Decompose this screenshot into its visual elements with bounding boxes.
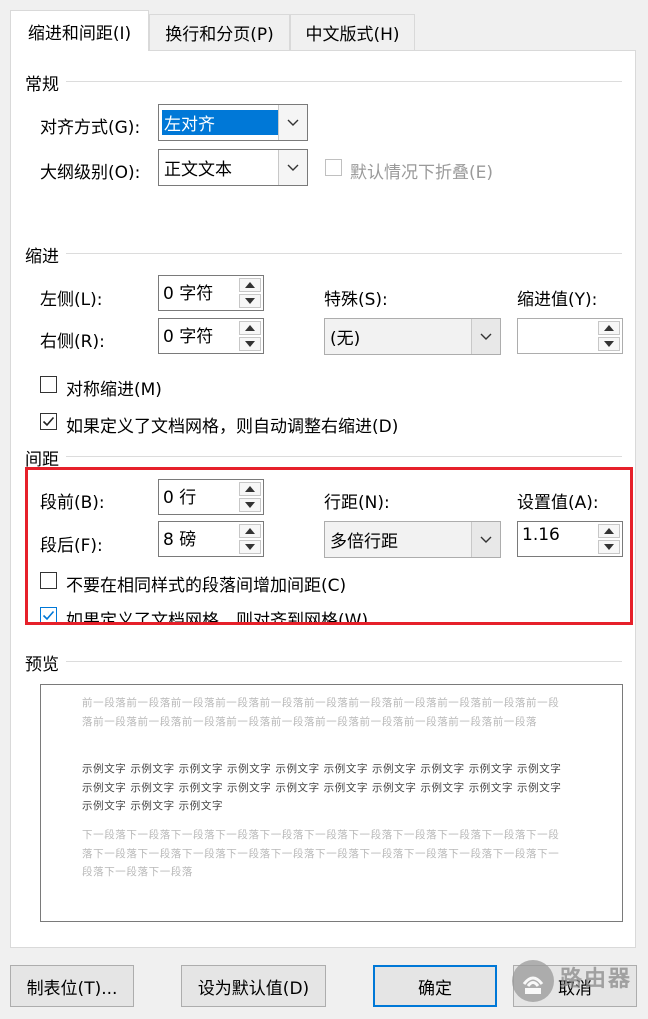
indent-heading: 缩进 xyxy=(25,247,59,267)
spin-down-icon[interactable] xyxy=(598,540,620,554)
preview-divider xyxy=(66,661,622,662)
spin-up-icon[interactable] xyxy=(598,321,620,335)
preview-pane: 前一段落前一段落前一段落前一段落前一段落前一段落前一段落前一段落前一段落前一段落… xyxy=(40,684,623,922)
line-spacing-at-spinner[interactable]: 1.16 xyxy=(517,521,623,557)
spin-down-icon[interactable] xyxy=(598,337,620,351)
general-heading: 常规 xyxy=(25,75,59,95)
chevron-down-icon[interactable] xyxy=(471,319,500,354)
spin-up-icon[interactable] xyxy=(239,321,261,335)
preview-heading: 预览 xyxy=(25,655,59,675)
alignment-value: 左对齐 xyxy=(164,115,215,135)
outline-level-select[interactable]: 正文文本 xyxy=(158,149,308,186)
collapse-default-label: 默认情况下折叠(E) xyxy=(350,163,494,183)
set-default-button[interactable]: 设为默认值(D) xyxy=(181,965,326,1007)
chevron-down-icon[interactable] xyxy=(278,150,307,185)
space-before-spinner[interactable]: 0 行 xyxy=(158,479,264,515)
general-divider xyxy=(66,81,622,82)
collapse-default-checkbox[interactable] xyxy=(325,159,342,176)
spin-down-icon[interactable] xyxy=(239,294,261,308)
indent-by-spinner[interactable] xyxy=(517,318,623,354)
mirror-indents-label: 对称缩进(M) xyxy=(66,380,162,400)
space-before-label: 段前(B): xyxy=(40,493,105,513)
auto-adjust-right-indent-checkbox[interactable] xyxy=(40,413,57,430)
tab-indent-spacing[interactable]: 缩进和间距(I) xyxy=(10,10,149,51)
line-spacing-label: 行距(N): xyxy=(324,493,390,513)
snap-to-grid-row: 如果定义了文档网格，则对齐到网格(W) xyxy=(36,600,596,623)
right-indent-label: 右侧(R): xyxy=(40,332,105,352)
ok-button[interactable]: 确定 xyxy=(373,965,497,1007)
left-indent-value: 0 字符 xyxy=(163,284,214,304)
line-spacing-value: 多倍行距 xyxy=(330,532,398,552)
outline-level-label: 大纲级别(O): xyxy=(40,163,141,183)
outline-level-value: 正文文本 xyxy=(164,160,232,180)
spin-up-icon[interactable] xyxy=(239,524,261,538)
auto-adjust-right-indent-label: 如果定义了文档网格，则自动调整右缩进(D) xyxy=(66,417,399,437)
line-spacing-at-value: 1.16 xyxy=(522,525,560,545)
indent-divider xyxy=(66,253,622,254)
no-space-same-style-label: 不要在相同样式的段落间增加间距(C) xyxy=(66,576,347,596)
right-indent-spinner[interactable]: 0 字符 xyxy=(158,318,264,354)
cancel-button[interactable]: 取消 xyxy=(513,965,637,1007)
preview-previous-paragraph: 前一段落前一段落前一段落前一段落前一段落前一段落前一段落前一段落前一段落前一段落… xyxy=(82,697,560,728)
mirror-indents-checkbox[interactable] xyxy=(40,376,57,393)
special-indent-select[interactable]: (无) xyxy=(324,318,501,355)
spin-down-icon[interactable] xyxy=(239,540,261,554)
special-indent-value: (无) xyxy=(330,329,361,349)
spin-up-icon[interactable] xyxy=(239,278,261,292)
left-indent-spinner[interactable]: 0 字符 xyxy=(158,275,264,311)
tab-asian-typography[interactable]: 中文版式(H) xyxy=(290,14,415,50)
checkmark-icon xyxy=(42,416,55,427)
spin-down-icon[interactable] xyxy=(239,498,261,512)
preview-sample-text: 示例文字 示例文字 示例文字 示例文字 示例文字 示例文字 示例文字 示例文字 … xyxy=(82,763,562,813)
snap-to-grid-checkbox[interactable] xyxy=(40,607,57,623)
snap-to-grid-label: 如果定义了文档网格，则对齐到网格(W) xyxy=(66,611,369,623)
indent-by-label: 缩进值(Y): xyxy=(517,290,598,310)
chevron-down-icon[interactable] xyxy=(278,105,307,140)
spacing-divider xyxy=(66,456,622,457)
no-space-same-style-checkbox[interactable] xyxy=(40,572,57,589)
space-after-value: 8 磅 xyxy=(163,530,197,550)
line-spacing-select[interactable]: 多倍行距 xyxy=(324,521,501,558)
spacing-heading: 间距 xyxy=(25,450,59,470)
right-indent-value: 0 字符 xyxy=(163,327,214,347)
space-after-spinner[interactable]: 8 磅 xyxy=(158,521,264,557)
tabs-button[interactable]: 制表位(T)... xyxy=(10,965,134,1007)
preview-next-paragraph: 下一段落下一段落下一段落下一段落下一段落下一段落下一段落下一段落下一段落下一段落… xyxy=(82,829,560,879)
line-spacing-at-label: 设置值(A): xyxy=(517,493,599,513)
tab-line-page-breaks[interactable]: 换行和分页(P) xyxy=(149,14,290,50)
space-after-label: 段后(F): xyxy=(40,536,103,556)
space-before-value: 0 行 xyxy=(163,488,197,508)
checkmark-icon xyxy=(42,610,55,621)
spin-up-icon[interactable] xyxy=(239,482,261,496)
spin-down-icon[interactable] xyxy=(239,337,261,351)
alignment-label: 对齐方式(G): xyxy=(40,118,141,138)
chevron-down-icon[interactable] xyxy=(471,522,500,557)
alignment-select[interactable]: 左对齐 xyxy=(158,104,308,141)
special-indent-label: 特殊(S): xyxy=(324,290,388,310)
left-indent-label: 左侧(L): xyxy=(40,290,103,310)
spin-up-icon[interactable] xyxy=(598,524,620,538)
